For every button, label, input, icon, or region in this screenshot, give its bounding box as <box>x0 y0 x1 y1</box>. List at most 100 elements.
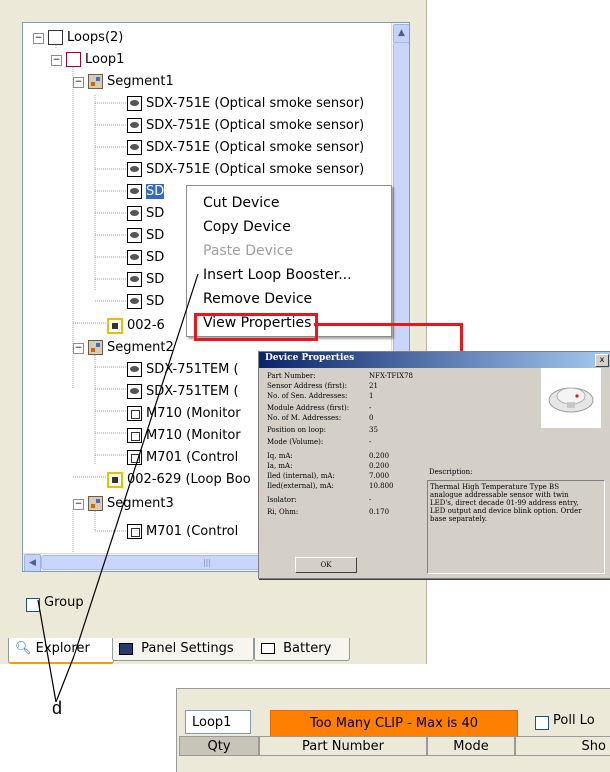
column-header-part-number[interactable]: Part Number <box>259 736 427 756</box>
collapse-toggle[interactable]: − <box>73 499 84 510</box>
collapse-toggle[interactable]: − <box>73 343 84 354</box>
tree-node-device[interactable]: SDX-751E (Optical smoke sensor) <box>127 115 364 137</box>
tree-node-label: SDX-751E (Optical smoke sensor) <box>146 140 365 155</box>
collapse-toggle[interactable]: − <box>51 55 62 66</box>
field-label: Iled(external), mA: <box>267 482 334 490</box>
field-value: 1 <box>369 392 374 400</box>
tree-node-label: 002-6 <box>127 318 165 333</box>
description-line: analogue addressable sensor with twin <box>430 491 569 499</box>
description-line: base separately. <box>430 515 487 523</box>
column-header-qty[interactable]: Qty <box>179 736 259 756</box>
field-value: NFX-TFIX78 <box>369 372 414 380</box>
loops-icon <box>48 30 63 45</box>
tree-node-label: SDX-751E (Optical smoke sensor) <box>146 118 365 133</box>
tree-node-device[interactable]: M701 (Control <box>127 521 238 543</box>
menu-item-copy-device[interactable]: Copy Device <box>203 216 291 238</box>
tab-explorer[interactable]: 🔍︎ Explorer <box>8 638 114 664</box>
scroll-left-button[interactable]: ◀ <box>24 554 41 571</box>
control-module-icon <box>127 450 142 465</box>
smoke-sensor-icon <box>127 250 142 265</box>
collapse-toggle[interactable]: − <box>33 33 44 44</box>
battery-icon <box>261 643 275 654</box>
tab-battery[interactable]: Battery <box>254 638 350 661</box>
tree-node-device[interactable]: SD <box>127 247 164 269</box>
tree-node-label: SDX-751E (Optical smoke sensor) <box>146 96 365 111</box>
loop-field[interactable]: Loop1 <box>185 710 251 734</box>
group-checkbox[interactable] <box>26 598 40 612</box>
tree-node-device[interactable]: M710 (Monitor <box>127 403 241 425</box>
description-line: LED output and device blink option. Orde… <box>430 507 582 515</box>
magnifier-icon: 🔍︎ <box>15 641 32 656</box>
tree-node-device[interactable]: M701 (Control <box>127 447 238 469</box>
field-label: Ia, mA: <box>267 462 293 470</box>
close-button[interactable]: x <box>595 354 609 367</box>
field-label: Ri, Ohm: <box>267 508 299 516</box>
tree-node-device[interactable]: SDX-751TEM ( <box>127 381 239 403</box>
tree-node-loop-booster[interactable]: 002-6 <box>107 315 165 337</box>
column-header-mode[interactable]: Mode <box>427 736 515 756</box>
tree-node-device[interactable]: SDX-751E (Optical smoke sensor) <box>127 137 364 159</box>
callout-label: d <box>52 698 63 718</box>
tree-node-device[interactable]: SD <box>127 225 164 247</box>
field-value: 35 <box>369 426 378 434</box>
description-line: Thermal High Temperature Type BS <box>430 483 559 491</box>
device-image <box>541 368 601 428</box>
field-label: Mode (Volume): <box>267 438 324 446</box>
tree-node-loop-booster[interactable]: 002-629 (Loop Boo <box>107 469 251 491</box>
tree-node-segment3[interactable]: Segment3 <box>88 493 174 515</box>
tree-node-segment1[interactable]: Segment1 <box>88 71 174 93</box>
menu-item-remove-device[interactable]: Remove Device <box>203 288 312 310</box>
tree-node-label: Segment2 <box>107 340 174 355</box>
column-header-short[interactable]: Sho <box>515 736 610 756</box>
field-label: Isolator: <box>267 496 297 504</box>
panel-icon <box>119 642 133 655</box>
tree-node-device[interactable]: SDX-751E (Optical smoke sensor) <box>127 93 364 115</box>
tree-node-label: SD <box>146 228 165 243</box>
poll-label: Poll Lo <box>553 713 595 728</box>
tab-label: Explorer <box>35 641 90 656</box>
tree-node-device[interactable]: SD <box>127 203 164 225</box>
tree-node-label: SDX-751TEM ( <box>146 384 239 399</box>
scroll-up-button[interactable]: ▲ <box>393 24 409 43</box>
poll-checkbox[interactable] <box>535 716 549 730</box>
tree-node-label: M701 (Control <box>146 524 239 539</box>
field-value: 0.200 <box>369 462 390 470</box>
clip-warning-banner: Too Many CLIP - Max is 40 <box>270 710 518 738</box>
smoke-sensor-icon <box>127 140 142 155</box>
tree-node-device[interactable]: SDX-751TEM ( <box>127 359 239 381</box>
tree-node-device-selected[interactable]: SD <box>127 181 165 203</box>
monitor-module-icon <box>127 428 142 443</box>
tree-node-label: SDX-751TEM ( <box>146 362 239 377</box>
tree-node-label: SD <box>146 250 165 265</box>
loop-booster-icon <box>107 471 123 488</box>
smoke-sensor-icon <box>127 162 142 177</box>
field-label: No. of Sen. Addresses: <box>267 392 348 400</box>
smoke-sensor-icon <box>127 272 142 287</box>
control-module-icon <box>127 524 142 539</box>
smoke-sensor-icon <box>127 118 142 133</box>
tree-node-segment2[interactable]: Segment2 <box>88 337 174 359</box>
menu-item-insert-loop-booster[interactable]: Insert Loop Booster... <box>203 264 352 286</box>
tree-node-device[interactable]: M710 (Monitor <box>127 425 241 447</box>
description-line: LED's, direct decade 01-99 address entry… <box>430 499 579 507</box>
tree-node-device[interactable]: SDX-751E (Optical smoke sensor) <box>127 159 364 181</box>
tree-node-label: SD <box>146 294 165 309</box>
field-value: 21 <box>369 382 378 390</box>
dialog-title: Device Properties <box>265 353 355 363</box>
loop-booster-icon <box>107 317 123 334</box>
ok-button[interactable]: OK <box>295 557 357 573</box>
tree-node-device[interactable]: SD <box>127 269 164 291</box>
smoke-sensor-icon <box>127 96 142 111</box>
tree-node-label: SD <box>146 272 165 287</box>
menu-item-paste-device: Paste Device <box>203 243 294 259</box>
menu-item-cut-device[interactable]: Cut Device <box>203 192 279 214</box>
segment-icon <box>88 74 103 89</box>
smoke-sensor-icon <box>127 206 142 221</box>
tree-node-device[interactable]: SD <box>127 291 164 313</box>
collapse-toggle[interactable]: − <box>73 77 84 88</box>
field-value: 10.800 <box>369 482 394 490</box>
tree-node-loop1[interactable]: Loop1 <box>66 49 124 71</box>
tab-panel-settings[interactable]: Panel Settings <box>112 638 254 661</box>
group-label: Group <box>44 595 84 610</box>
tree-node-loops[interactable]: Loops(2) <box>48 27 123 49</box>
